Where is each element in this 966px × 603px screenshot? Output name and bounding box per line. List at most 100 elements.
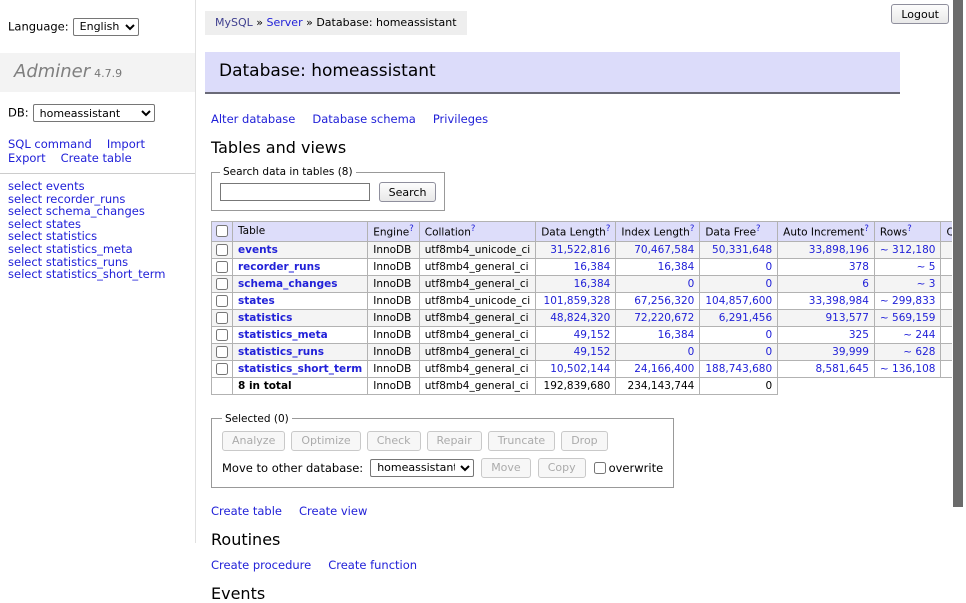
copy-button[interactable]: Copy — [538, 458, 586, 478]
selected-action-button[interactable]: Analyze — [222, 431, 285, 451]
selected-action-button[interactable]: Optimize — [291, 431, 360, 451]
row-checkbox[interactable] — [216, 244, 228, 256]
index-length-link[interactable]: 70,467,584 — [634, 244, 694, 256]
table-name-link[interactable]: statistics_meta — [238, 329, 328, 341]
overwrite-checkbox[interactable] — [594, 462, 606, 474]
selected-action-button[interactable]: Repair — [427, 431, 482, 451]
table-name-link[interactable]: statistics_short_term — [238, 363, 362, 375]
data-free-link[interactable]: 0 — [765, 346, 772, 358]
index-length-link[interactable]: 16,384 — [658, 261, 695, 273]
scrollbar-thumb[interactable] — [953, 0, 963, 507]
help-link[interactable]: ? — [471, 224, 476, 234]
row-checkbox[interactable] — [216, 295, 228, 307]
sidebar-action-link[interactable]: Import — [107, 138, 145, 152]
table-name-link[interactable]: events — [238, 244, 278, 256]
auto-increment-link[interactable]: 33,898,196 — [809, 244, 869, 256]
data-free-link[interactable]: 0 — [765, 261, 772, 273]
data-length-link[interactable]: 31,522,816 — [550, 244, 610, 256]
data-free-link[interactable]: 0 — [765, 329, 772, 341]
data-free-link[interactable]: 188,743,680 — [705, 363, 772, 375]
auto-increment-link[interactable]: 39,999 — [832, 346, 869, 358]
selected-action-button[interactable]: Check — [367, 431, 421, 451]
row-checkbox[interactable] — [216, 278, 228, 290]
help-link[interactable]: ? — [864, 224, 869, 234]
auto-increment-link[interactable]: 33,398,984 — [809, 295, 869, 307]
table-name-link[interactable]: recorder_runs — [238, 261, 320, 273]
rows-count-link[interactable]: ~ 136,108 — [880, 363, 936, 375]
rows-count-link[interactable]: ~ 569,159 — [880, 312, 936, 324]
help-link[interactable]: ? — [690, 224, 695, 234]
select-all-checkbox[interactable] — [216, 225, 228, 237]
rows-count-link[interactable]: ~ 5 — [917, 261, 936, 273]
table-name-link[interactable]: states — [238, 295, 275, 307]
scrollbar[interactable] — [952, 0, 966, 543]
data-free-link[interactable]: 104,857,600 — [705, 295, 772, 307]
selected-action-button[interactable]: Drop — [561, 431, 607, 451]
create-link[interactable]: Create view — [299, 504, 367, 518]
index-length-link[interactable]: 0 — [688, 278, 695, 290]
table-name-link[interactable]: statistics — [238, 312, 292, 324]
index-length-link[interactable]: 72,220,672 — [634, 312, 694, 324]
help-link[interactable]: ? — [907, 224, 912, 234]
routine-create-link[interactable]: Create function — [328, 558, 417, 572]
data-free-link[interactable]: 6,291,456 — [719, 312, 772, 324]
sidebar-action-link[interactable]: SQL command — [8, 138, 92, 152]
auto-increment-link[interactable]: 378 — [849, 261, 869, 273]
index-length-link[interactable]: 67,256,320 — [634, 295, 694, 307]
move-button[interactable]: Move — [481, 458, 531, 478]
data-length-link[interactable]: 16,384 — [574, 278, 611, 290]
selected-action-button[interactable]: Truncate — [488, 431, 555, 451]
db-select[interactable]: homeassistant — [33, 104, 155, 122]
data-free-link[interactable]: 0 — [765, 278, 772, 290]
app-name[interactable]: Adminer — [14, 61, 90, 82]
database-action-link[interactable]: Privileges — [433, 112, 488, 126]
data-length-link[interactable]: 10,502,144 — [550, 363, 610, 375]
sidebar-select-table-link[interactable]: select statistics_short_term — [8, 267, 165, 281]
auto-increment-link[interactable]: 325 — [849, 329, 869, 341]
data-length-link[interactable]: 49,152 — [574, 329, 611, 341]
help-link[interactable]: ? — [756, 224, 761, 234]
database-action-link[interactable]: Database schema — [312, 112, 415, 126]
row-checkbox[interactable] — [216, 312, 228, 324]
auto-increment-link[interactable]: 913,577 — [826, 312, 869, 324]
index-length-link[interactable]: 24,166,400 — [634, 363, 694, 375]
data-free-link[interactable]: 50,331,648 — [712, 244, 772, 256]
help-link[interactable]: ? — [409, 224, 414, 234]
search-input[interactable] — [220, 183, 370, 201]
row-checkbox[interactable] — [216, 346, 228, 358]
database-action-link[interactable]: Alter database — [211, 112, 295, 126]
row-checkbox[interactable] — [216, 261, 228, 273]
app-version[interactable]: 4.7.9 — [94, 67, 122, 80]
data-length-link[interactable]: 101,859,328 — [544, 295, 611, 307]
breadcrumb-mysql-link[interactable]: MySQL — [215, 16, 253, 29]
header-cell: Table — [233, 222, 368, 242]
data-length-link[interactable]: 16,384 — [574, 261, 611, 273]
rows-count-link[interactable]: ~ 299,833 — [880, 295, 936, 307]
rows-count-link[interactable]: ~ 3 — [917, 278, 936, 290]
rows-count-link[interactable]: ~ 244 — [903, 329, 935, 341]
auto-increment-link[interactable]: 6 — [862, 278, 869, 290]
rows-count-link[interactable]: ~ 312,180 — [880, 244, 936, 256]
language-select[interactable]: English — [73, 18, 139, 36]
row-checkbox[interactable] — [216, 363, 228, 375]
table-name-link[interactable]: schema_changes — [238, 278, 338, 290]
data-length-link[interactable]: 49,152 — [574, 346, 611, 358]
sidebar-action-link[interactable]: Export — [8, 152, 46, 166]
routine-create-link[interactable]: Create procedure — [211, 558, 311, 572]
header-cell: Engine? — [368, 222, 420, 242]
logout-button[interactable]: Logout — [891, 4, 949, 24]
index-length-link[interactable]: 0 — [688, 346, 695, 358]
help-link[interactable]: ? — [606, 224, 611, 234]
move-db-select[interactable]: homeassistant — [370, 459, 474, 477]
search-button[interactable]: Search — [379, 182, 437, 202]
create-link[interactable]: Create table — [211, 504, 282, 518]
table-name-link[interactable]: statistics_runs — [238, 346, 324, 358]
rows-count-link[interactable]: ~ 628 — [903, 346, 935, 358]
row-checkbox-cell — [212, 343, 233, 360]
sidebar-action-link[interactable]: Create table — [61, 152, 132, 166]
row-checkbox[interactable] — [216, 329, 228, 341]
data-length-link[interactable]: 48,824,320 — [550, 312, 610, 324]
index-length-link[interactable]: 16,384 — [658, 329, 695, 341]
breadcrumb-server-link[interactable]: Server — [267, 16, 303, 29]
auto-increment-link[interactable]: 8,581,645 — [815, 363, 868, 375]
